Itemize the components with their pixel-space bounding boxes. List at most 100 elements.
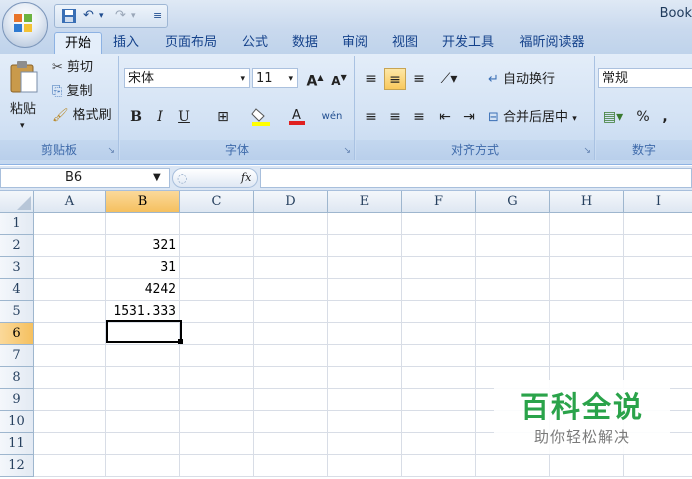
undo-icon[interactable]: ↶	[83, 7, 94, 25]
format-painter-button[interactable]: 🖌 格式刷	[52, 106, 112, 126]
cell-a10[interactable]	[34, 411, 106, 433]
cell-c8[interactable]	[180, 367, 254, 389]
row-header-9[interactable]: 9	[0, 389, 34, 411]
bold-button[interactable]: B	[126, 106, 146, 128]
row-header-1[interactable]: 1	[0, 213, 34, 235]
cell-f2[interactable]	[402, 235, 476, 257]
cell-f7[interactable]	[402, 345, 476, 367]
cell-e8[interactable]	[328, 367, 402, 389]
cell-e7[interactable]	[328, 345, 402, 367]
font-name-dropdown[interactable]: 宋体 ▾	[124, 68, 250, 88]
cell-a5[interactable]	[34, 301, 106, 323]
cell-i2[interactable]	[624, 235, 692, 257]
align-left-button[interactable]: ≡	[360, 106, 382, 128]
cell-e6[interactable]	[328, 323, 402, 345]
cell-i12[interactable]	[624, 455, 692, 477]
cell-c4[interactable]	[180, 279, 254, 301]
cell-e10[interactable]	[328, 411, 402, 433]
cell-c2[interactable]	[180, 235, 254, 257]
cell-c7[interactable]	[180, 345, 254, 367]
borders-button[interactable]: ⊞	[212, 106, 234, 128]
decrease-indent-button[interactable]: ⇤	[434, 106, 456, 128]
row-header-4[interactable]: 4	[0, 279, 34, 301]
cell-f5[interactable]	[402, 301, 476, 323]
align-center-button[interactable]: ≡	[384, 106, 406, 128]
cell-c9[interactable]	[180, 389, 254, 411]
number-format-dropdown[interactable]: 常规	[598, 68, 692, 88]
clipboard-launcher-icon[interactable]: ↘	[107, 146, 115, 156]
cell-d12[interactable]	[254, 455, 328, 477]
font-size-dropdown[interactable]: 11 ▾	[252, 68, 298, 88]
paste-button[interactable]: 粘贴 ▾	[6, 60, 42, 134]
cell-g5[interactable]	[476, 301, 550, 323]
cell-b4[interactable]: 4242	[106, 279, 180, 301]
cell-f12[interactable]	[402, 455, 476, 477]
grow-font-button[interactable]: A▲	[304, 67, 326, 90]
undo-dropdown-icon[interactable]: ▾	[99, 7, 104, 25]
column-header-c[interactable]: C	[180, 191, 254, 213]
chevron-down-icon[interactable]: ▼	[153, 169, 161, 187]
insert-function-button[interactable]: fx	[241, 169, 251, 187]
cell-c3[interactable]	[180, 257, 254, 279]
cell-i1[interactable]	[624, 213, 692, 235]
column-header-b[interactable]: B	[106, 191, 180, 213]
align-bottom-button[interactable]: ≡	[408, 68, 430, 90]
cell-e11[interactable]	[328, 433, 402, 455]
redo-icon[interactable]: ↷	[115, 7, 126, 25]
tab-foxit-reader[interactable]: 福昕阅读器	[508, 32, 596, 54]
cell-c1[interactable]	[180, 213, 254, 235]
orientation-button[interactable]: ⟋▾	[434, 68, 464, 90]
cell-e1[interactable]	[328, 213, 402, 235]
cell-d3[interactable]	[254, 257, 328, 279]
cell-c12[interactable]	[180, 455, 254, 477]
cell-b11[interactable]	[106, 433, 180, 455]
cell-e12[interactable]	[328, 455, 402, 477]
column-header-h[interactable]: H	[550, 191, 624, 213]
row-header-2[interactable]: 2	[0, 235, 34, 257]
cell-a4[interactable]	[34, 279, 106, 301]
phonetic-guide-button[interactable]: wén	[318, 106, 346, 128]
wrap-text-button[interactable]: ↵ 自动换行	[488, 70, 555, 90]
cell-f8[interactable]	[402, 367, 476, 389]
shrink-font-button[interactable]: A▼	[328, 67, 350, 89]
cell-g7[interactable]	[476, 345, 550, 367]
cell-a1[interactable]	[34, 213, 106, 235]
cell-e9[interactable]	[328, 389, 402, 411]
cell-i5[interactable]	[624, 301, 692, 323]
align-top-button[interactable]: ≡	[360, 68, 382, 90]
row-header-12[interactable]: 12	[0, 455, 34, 477]
cell-i4[interactable]	[624, 279, 692, 301]
column-header-g[interactable]: G	[476, 191, 550, 213]
cell-d9[interactable]	[254, 389, 328, 411]
cell-h4[interactable]	[550, 279, 624, 301]
cell-b3[interactable]: 31	[106, 257, 180, 279]
row-header-3[interactable]: 3	[0, 257, 34, 279]
cell-h1[interactable]	[550, 213, 624, 235]
formula-input[interactable]	[260, 168, 692, 188]
active-cell-border[interactable]	[106, 320, 182, 343]
customize-icon[interactable]: ≡	[153, 7, 162, 25]
cell-d2[interactable]	[254, 235, 328, 257]
cell-f11[interactable]	[402, 433, 476, 455]
currency-button[interactable]: ▤▾	[600, 106, 626, 128]
cell-b1[interactable]	[106, 213, 180, 235]
cell-a11[interactable]	[34, 433, 106, 455]
cell-g2[interactable]	[476, 235, 550, 257]
row-header-10[interactable]: 10	[0, 411, 34, 433]
cell-b8[interactable]	[106, 367, 180, 389]
cell-i6[interactable]	[624, 323, 692, 345]
cell-e2[interactable]	[328, 235, 402, 257]
cell-f4[interactable]	[402, 279, 476, 301]
cell-e3[interactable]	[328, 257, 402, 279]
cell-h3[interactable]	[550, 257, 624, 279]
tab-data[interactable]: 数据	[282, 32, 328, 54]
font-color-button[interactable]: A	[286, 106, 308, 128]
percent-button[interactable]: %	[634, 106, 652, 128]
cell-c11[interactable]	[180, 433, 254, 455]
cell-h12[interactable]	[550, 455, 624, 477]
column-header-d[interactable]: D	[254, 191, 328, 213]
cell-a7[interactable]	[34, 345, 106, 367]
cell-b10[interactable]	[106, 411, 180, 433]
cell-g6[interactable]	[476, 323, 550, 345]
cell-f9[interactable]	[402, 389, 476, 411]
